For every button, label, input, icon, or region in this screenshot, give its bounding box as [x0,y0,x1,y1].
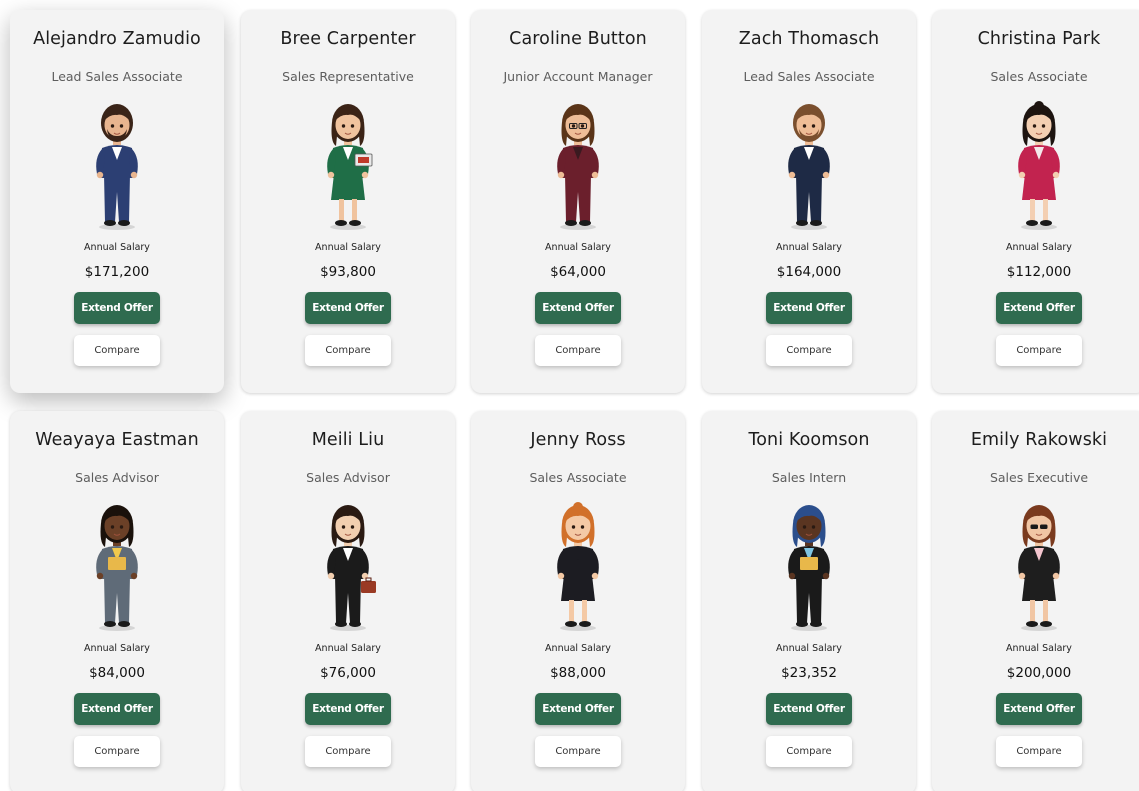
extend-offer-button[interactable]: Extend Offer [535,693,621,725]
salary-label: Annual Salary [84,242,150,253]
compare-button[interactable]: Compare [74,736,160,767]
candidate-avatar [788,104,830,230]
candidate-avatar [557,502,599,631]
salary-label: Annual Salary [1006,643,1072,654]
compare-button[interactable]: Compare [766,736,852,767]
candidate-role: Sales Associate [990,69,1088,84]
salary-value: $23,352 [781,665,837,681]
candidate-name: Bree Carpenter [280,29,416,49]
salary-label: Annual Salary [545,242,611,253]
candidate-card[interactable]: Alejandro Zamudio Lead Sales Associate A… [10,10,224,393]
candidate-name: Toni Koomson [748,430,870,450]
candidate-name: Zach Thomasch [738,29,880,49]
candidate-avatar [96,104,138,230]
candidate-name: Meili Liu [311,430,385,450]
extend-offer-button[interactable]: Extend Offer [305,693,391,725]
extend-offer-button[interactable]: Extend Offer [74,693,160,725]
salary-value: $88,000 [550,665,606,681]
candidate-card[interactable]: Caroline Button Junior Account Manager A… [471,10,685,393]
candidate-card[interactable]: Jenny Ross Sales Associate Annual Salary… [471,411,685,791]
candidate-avatar [788,505,830,631]
salary-label: Annual Salary [545,643,611,654]
candidate-name: Emily Rakowski [970,430,1108,450]
candidate-grid: Alejandro Zamudio Lead Sales Associate A… [0,0,1139,791]
salary-label: Annual Salary [84,643,150,654]
salary-label: Annual Salary [1006,242,1072,253]
candidate-role: Sales Advisor [306,470,390,485]
candidate-role: Lead Sales Associate [51,69,183,84]
candidate-avatar [557,104,599,230]
candidate-card[interactable]: Emily Rakowski Sales Executive Annual Sa… [932,411,1139,791]
candidate-card[interactable]: Toni Koomson Sales Intern Annual Salary … [702,411,916,791]
salary-value: $76,000 [320,665,376,681]
candidate-card[interactable]: Zach Thomasch Lead Sales Associate Annua… [702,10,916,393]
compare-button[interactable]: Compare [74,335,160,366]
compare-button[interactable]: Compare [535,335,621,366]
candidate-role: Sales Executive [989,470,1089,485]
compare-button[interactable]: Compare [996,736,1082,767]
candidate-name: Weayaya Eastman [35,430,199,450]
salary-value: $64,000 [550,264,606,280]
salary-label: Annual Salary [776,643,842,654]
compare-button[interactable]: Compare [766,335,852,366]
candidate-card[interactable]: Weayaya Eastman Sales Advisor Annual Sal… [10,411,224,791]
candidate-card[interactable]: Meili Liu Sales Advisor Annual Salary $7… [241,411,455,791]
candidate-role: Sales Representative [282,69,414,84]
candidate-role: Sales Intern [771,470,847,485]
candidate-avatar [1018,101,1060,230]
candidate-name: Alejandro Zamudio [33,29,201,49]
extend-offer-button[interactable]: Extend Offer [535,292,621,324]
salary-value: $200,000 [1006,665,1072,681]
salary-value: $84,000 [89,665,145,681]
candidate-card[interactable]: Bree Carpenter Sales Representative Annu… [241,10,455,393]
candidate-avatar [1018,505,1060,631]
extend-offer-button[interactable]: Extend Offer [74,292,160,324]
candidate-avatar [327,505,376,631]
candidate-role: Junior Account Manager [503,69,653,84]
extend-offer-button[interactable]: Extend Offer [305,292,391,324]
extend-offer-button[interactable]: Extend Offer [766,693,852,725]
salary-value: $171,200 [84,264,150,280]
candidate-avatar [96,505,138,631]
salary-value: $112,000 [1006,264,1072,280]
compare-button[interactable]: Compare [996,335,1082,366]
compare-button[interactable]: Compare [535,736,621,767]
candidate-name: Jenny Ross [530,430,626,450]
candidate-role: Sales Advisor [75,470,159,485]
candidate-avatar [327,104,373,230]
salary-value: $93,800 [320,264,376,280]
compare-button[interactable]: Compare [305,335,391,366]
extend-offer-button[interactable]: Extend Offer [766,292,852,324]
candidate-role: Lead Sales Associate [743,69,875,84]
salary-label: Annual Salary [315,643,381,654]
candidate-name: Caroline Button [509,29,647,49]
salary-label: Annual Salary [776,242,842,253]
compare-button[interactable]: Compare [305,736,391,767]
extend-offer-button[interactable]: Extend Offer [996,292,1082,324]
extend-offer-button[interactable]: Extend Offer [996,693,1082,725]
candidate-role: Sales Associate [529,470,627,485]
salary-value: $164,000 [776,264,842,280]
candidate-name: Christina Park [977,29,1101,49]
salary-label: Annual Salary [315,242,381,253]
candidate-card[interactable]: Christina Park Sales Associate Annual Sa… [932,10,1139,393]
